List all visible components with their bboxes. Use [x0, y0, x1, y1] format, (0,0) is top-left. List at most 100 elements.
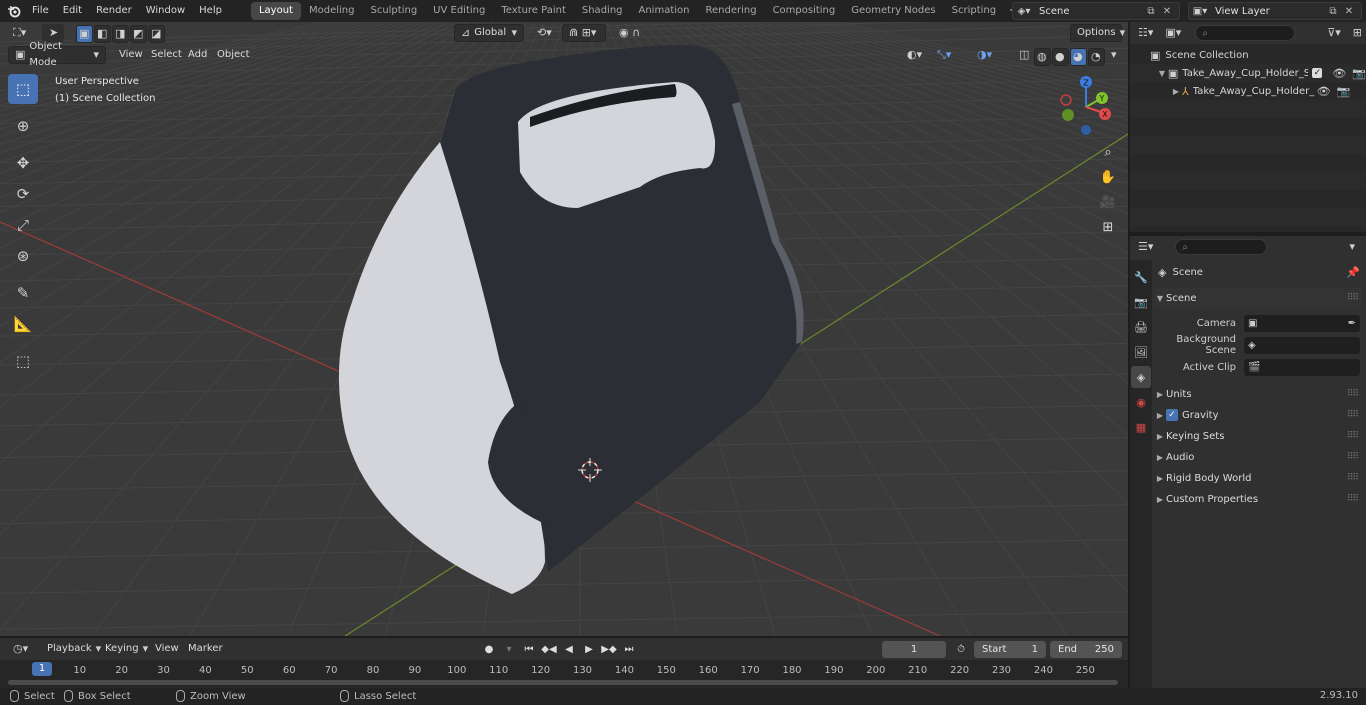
- tab-texture-paint[interactable]: Texture Paint: [493, 2, 574, 20]
- transform-icon[interactable]: ⊛: [8, 241, 38, 271]
- display-mode-button[interactable]: ▣▾: [1161, 24, 1185, 42]
- filter-button[interactable]: ⊽▾: [1323, 24, 1345, 42]
- view-layer-selector[interactable]: ▣▾ View Layer ⧉ ✕: [1188, 2, 1362, 20]
- gizmo-toggle[interactable]: ⤡▾: [930, 46, 958, 64]
- rigid-body-world-panel-header[interactable]: ▶ Rigid Body World ⠿⠿: [1154, 468, 1362, 488]
- camera-field[interactable]: ▣ ✒: [1244, 314, 1360, 332]
- current-frame-field[interactable]: 1: [882, 641, 946, 658]
- options-dropdown[interactable]: Options ▾: [1070, 24, 1125, 42]
- properties-search-input[interactable]: ⌕: [1175, 239, 1268, 255]
- select-invert-button[interactable]: ◩: [130, 25, 147, 43]
- move-icon[interactable]: ✥: [8, 148, 38, 178]
- duplicate-view-layer-icon[interactable]: ⧉: [1325, 3, 1341, 19]
- outliner-scene-collection[interactable]: ▣ Scene Collection: [1130, 46, 1366, 64]
- viewport-menu-object[interactable]: Object: [210, 46, 257, 64]
- scene-panel-header[interactable]: ▼ Scene ⠿⠿: [1154, 288, 1362, 308]
- timeline-track[interactable]: 10 20 30 40 50 60 70 80 90 100 110 120 130 140 150 160 1…: [0, 660, 1128, 688]
- properties-options-button[interactable]: ▾: [1342, 238, 1362, 256]
- render-tab-icon[interactable]: 📷: [1131, 291, 1151, 313]
- menu-file[interactable]: File: [25, 2, 56, 20]
- zoom-icon[interactable]: ⌕: [1096, 140, 1120, 164]
- duplicate-scene-icon[interactable]: ⧉: [1143, 3, 1159, 19]
- timeline-scrollbar[interactable]: [8, 680, 1118, 685]
- new-collection-button[interactable]: ⊞: [1349, 24, 1366, 42]
- drag-handle-icon[interactable]: ⠿⠿: [1347, 431, 1359, 441]
- next-keyframe-icon[interactable]: ▶◆: [600, 641, 618, 658]
- prev-keyframe-icon[interactable]: ◆◀: [540, 641, 558, 658]
- tab-scripting[interactable]: Scripting: [944, 2, 1004, 20]
- view-layer-name[interactable]: View Layer: [1211, 6, 1325, 17]
- drag-handle-icon[interactable]: ⠿⠿: [1347, 452, 1359, 462]
- scene-name[interactable]: Scene: [1035, 6, 1143, 17]
- shading-solid-button[interactable]: ●: [1052, 48, 1069, 66]
- tab-compositing[interactable]: Compositing: [765, 2, 844, 20]
- scale-icon[interactable]: ⤢: [8, 210, 38, 240]
- scene-selector[interactable]: ◈▾ Scene ⧉ ✕: [1012, 2, 1180, 20]
- pan-hand-icon[interactable]: ✋: [1096, 165, 1120, 189]
- timeline-menu-keying[interactable]: Keying ▾: [98, 640, 155, 658]
- shading-rendered-button[interactable]: ◔: [1088, 48, 1105, 66]
- keying-sets-panel-header[interactable]: ▶ Keying Sets ⠿⠿: [1154, 426, 1362, 446]
- camera-render-icon[interactable]: 📷: [1352, 67, 1366, 80]
- exclude-checkbox[interactable]: ✓: [1312, 68, 1323, 78]
- timeline-editor-type-button[interactable]: ◷▾: [6, 640, 35, 658]
- perspective-grid-icon[interactable]: ⊞: [1096, 215, 1120, 239]
- drag-handle-icon[interactable]: ⠿⠿: [1347, 473, 1359, 483]
- shading-options-dropdown[interactable]: ▾: [1104, 46, 1124, 64]
- blender-logo-icon[interactable]: [3, 0, 25, 22]
- play-reverse-icon[interactable]: ◀: [560, 641, 578, 658]
- 3d-viewport[interactable]: Z Y X ⛶▾ ➤ ▣ ◧ ◨ ◩ ◪ ⊿ Global ▾ ⟲▾ ⋒ ⊞▾ …: [0, 22, 1128, 636]
- rotate-icon[interactable]: ⟳: [8, 179, 38, 209]
- start-frame-field[interactable]: Start 1: [974, 641, 1046, 658]
- menu-window[interactable]: Window: [139, 2, 192, 20]
- tool-tab-icon[interactable]: 🔧: [1131, 266, 1151, 288]
- tab-modeling[interactable]: Modeling: [301, 2, 363, 20]
- close-view-layer-icon[interactable]: ✕: [1341, 3, 1357, 19]
- drag-handle-icon[interactable]: ⠿⠿: [1347, 494, 1359, 504]
- play-icon[interactable]: ▶: [580, 641, 598, 658]
- audio-panel-header[interactable]: ▶ Audio ⠿⠿: [1154, 447, 1362, 467]
- select-subtract-button[interactable]: ◨: [112, 25, 129, 43]
- eye-icon[interactable]: 👁: [1332, 67, 1346, 80]
- close-scene-icon[interactable]: ✕: [1159, 3, 1175, 19]
- add-cube-icon[interactable]: ⬚: [8, 346, 38, 376]
- timeline-menu-marker[interactable]: Marker: [181, 640, 230, 658]
- pivot-point-button[interactable]: ⟲▾: [530, 24, 559, 42]
- stopwatch-icon[interactable]: ⏱: [952, 641, 970, 658]
- overlay-toggle[interactable]: ◑▾: [970, 46, 999, 64]
- background-scene-field[interactable]: ◈: [1244, 336, 1360, 354]
- expand-right-icon[interactable]: ▶: [1170, 87, 1182, 96]
- scene-tab-icon[interactable]: ◈: [1131, 366, 1151, 388]
- tab-animation[interactable]: Animation: [631, 2, 698, 20]
- viewport-canvas[interactable]: Z Y X: [0, 22, 1128, 636]
- texture-tab-icon[interactable]: ▦: [1131, 416, 1151, 438]
- tab-shading[interactable]: Shading: [574, 2, 631, 20]
- transform-orientation-dropdown[interactable]: ⊿ Global ▾: [454, 24, 524, 42]
- select-box-icon[interactable]: ⬚: [8, 74, 38, 104]
- world-tab-icon[interactable]: ◉: [1131, 391, 1151, 413]
- pin-icon[interactable]: 📌: [1346, 266, 1360, 279]
- custom-properties-panel-header[interactable]: ▶ Custom Properties ⠿⠿: [1154, 489, 1362, 509]
- visibility-dropdown[interactable]: ◐▾: [900, 46, 929, 64]
- gravity-panel-header[interactable]: ▶ ✓ Gravity ⠿⠿: [1154, 405, 1362, 425]
- expand-down-icon[interactable]: ▼: [1156, 69, 1168, 78]
- units-panel-header[interactable]: ▶ Units ⠿⠿: [1154, 384, 1362, 404]
- xray-toggle[interactable]: ◫: [1012, 46, 1036, 64]
- camera-render-icon[interactable]: 📷: [1337, 85, 1351, 98]
- select-extend-button[interactable]: ◧: [94, 25, 111, 43]
- measure-icon[interactable]: 📐: [8, 309, 38, 339]
- outliner-search-input[interactable]: ⌕: [1195, 25, 1296, 41]
- tab-uv-editing[interactable]: UV Editing: [425, 2, 493, 20]
- shading-material-button[interactable]: ◕: [1070, 48, 1087, 66]
- outliner-row-object[interactable]: ▶ ⅄ Take_Away_Cup_Holder_ 👁 📷: [1130, 82, 1366, 100]
- menu-edit[interactable]: Edit: [56, 2, 89, 20]
- timeline-ruler[interactable]: 10 20 30 40 50 60 70 80 90 100 110 120 130 140 150 160 1…: [0, 662, 1128, 678]
- object-mode-dropdown[interactable]: ▣ Object Mode ▾: [8, 41, 106, 68]
- camera-view-icon[interactable]: 🎥: [1096, 190, 1120, 214]
- drag-handle-icon[interactable]: ⠿⠿: [1347, 410, 1359, 420]
- tab-sculpting[interactable]: Sculpting: [362, 2, 425, 20]
- menu-help[interactable]: Help: [192, 2, 229, 20]
- proportional-edit-button[interactable]: ◉ ∩: [612, 24, 647, 42]
- end-frame-field[interactable]: End 250: [1050, 641, 1122, 658]
- menu-render[interactable]: Render: [89, 2, 139, 20]
